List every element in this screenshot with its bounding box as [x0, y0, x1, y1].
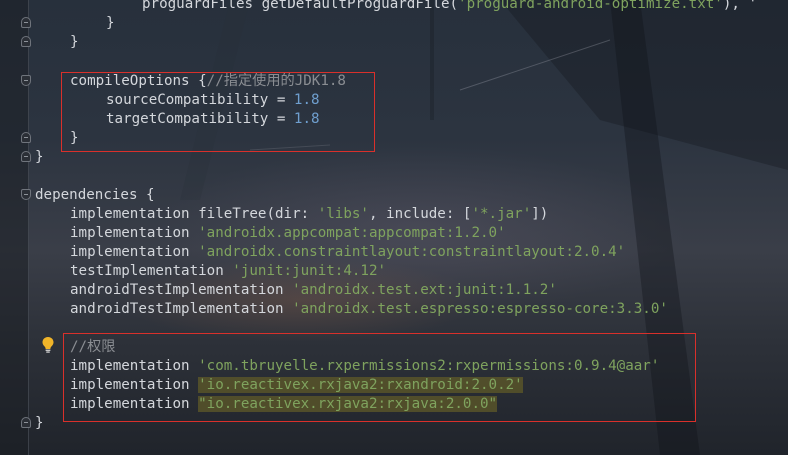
code-text: ), ': [722, 0, 758, 12]
code-line[interactable]: dependencies {: [35, 186, 155, 205]
code-line[interactable]: testImplementation 'junit:junit:4.12': [70, 262, 386, 281]
string-literal: 'libs': [317, 206, 369, 222]
string-literal: 'proguard-android-optimize.txt': [458, 0, 723, 12]
code-line[interactable]: }: [70, 33, 79, 52]
code-text: implementation: [70, 244, 199, 260]
highlight-box-compile-options: [61, 72, 375, 152]
code-text: androidTestImplementation: [70, 301, 293, 317]
code-line[interactable]: }: [35, 414, 44, 433]
code-text: androidTestImplementation: [70, 282, 293, 298]
string-literal: 'androidx.test.ext:junit:1.1.2': [292, 282, 557, 298]
string-literal: 'androidx.test.espresso:espresso-core:3.…: [292, 301, 668, 317]
fold-marker-icon[interactable]: [21, 417, 31, 428]
code-line[interactable]: }: [35, 148, 44, 167]
code-line[interactable]: }: [106, 14, 115, 33]
closing-brace: }: [70, 34, 79, 50]
code-text: implementation: [70, 225, 199, 241]
editor-gutter: [0, 0, 29, 455]
string-literal: '*.jar': [471, 206, 532, 222]
code-text: ]): [531, 206, 549, 222]
string-literal: 'androidx.constraintlayout:constraintlay…: [198, 244, 626, 260]
code-line[interactable]: implementation fileTree(dir: 'libs', inc…: [70, 205, 548, 224]
code-text: dependencies {: [35, 187, 155, 203]
code-line[interactable]: implementation 'androidx.constraintlayou…: [70, 243, 625, 262]
fold-marker-icon[interactable]: [21, 17, 31, 28]
string-literal: 'androidx.appcompat:appcompat:1.2.0': [198, 225, 506, 241]
code-text: dir:: [275, 206, 318, 222]
code-text: testImplementation: [70, 263, 233, 279]
code-text: implementation fileTree(: [70, 206, 275, 222]
code-line[interactable]: proguardFiles getDefaultProguardFile('pr…: [142, 0, 757, 14]
code-text: proguardFiles getDefaultProguardFile(: [142, 0, 459, 12]
code-text: , include: [: [368, 206, 472, 222]
closing-brace: }: [35, 415, 44, 431]
code-line[interactable]: androidTestImplementation 'androidx.test…: [70, 281, 557, 300]
fold-marker-icon[interactable]: [21, 189, 31, 200]
fold-marker-icon[interactable]: [21, 132, 31, 143]
fold-marker-icon[interactable]: [21, 151, 31, 162]
code-line[interactable]: implementation 'androidx.appcompat:appco…: [70, 224, 506, 243]
highlight-box-permissions: [63, 333, 696, 422]
fold-marker-icon[interactable]: [21, 36, 31, 47]
code-editor[interactable]: proguardFiles getDefaultProguardFile('pr…: [0, 0, 788, 455]
lightbulb-icon[interactable]: [41, 336, 55, 354]
code-line[interactable]: androidTestImplementation 'androidx.test…: [70, 300, 668, 319]
closing-brace: }: [35, 149, 44, 165]
fold-marker-icon[interactable]: [21, 75, 31, 86]
string-literal: 'junit:junit:4.12': [232, 263, 387, 279]
closing-brace: }: [106, 15, 115, 31]
